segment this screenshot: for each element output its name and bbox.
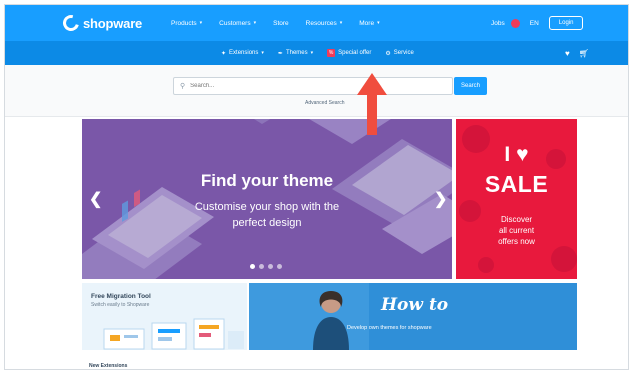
chevron-down-icon: ▾ <box>377 20 380 26</box>
jobs-link[interactable]: Jobs <box>491 18 520 28</box>
migration-title: Free Migration Tool <box>91 293 151 300</box>
sale-subtitle-line: all current <box>498 226 535 235</box>
sale-banner[interactable]: I ♥ SALE Discover all current offers now <box>456 119 577 279</box>
brush-icon: ✒ <box>277 50 283 57</box>
nav-item-resources[interactable]: Resources ▾ <box>306 20 343 27</box>
slider-next-icon[interactable]: ❯ <box>434 189 447 209</box>
store-menu: ✦ Extensions ▾ ✒ Themes ▾ % Special offe… <box>221 41 414 65</box>
logo-text: shopware <box>83 15 143 31</box>
chevron-down-icon: ▾ <box>339 20 343 26</box>
slider-dot[interactable] <box>250 264 255 269</box>
migration-subtitle: Switch easily to Shopware <box>91 302 150 308</box>
chevron-down-icon: ▾ <box>253 20 257 26</box>
quick-actions: ♥ 🛒︎ <box>565 41 589 65</box>
how-to-banner[interactable]: How to Develop own themes for shopware <box>249 283 577 350</box>
advanced-search-link[interactable]: Advanced Search <box>305 100 344 106</box>
section-heading: New Extensions <box>89 363 128 369</box>
slider-dot[interactable] <box>277 264 282 269</box>
sale-heart-line: I ♥ <box>504 143 529 166</box>
search-icon: ⚲ <box>180 83 186 90</box>
slider-dots <box>250 264 282 269</box>
slider-dot[interactable] <box>259 264 264 269</box>
account-menu: Jobs EN Login <box>491 5 584 41</box>
puzzle-icon: ✦ <box>221 50 227 57</box>
hero-title: Find your theme <box>200 171 334 190</box>
chevron-down-icon: ▾ <box>261 50 264 56</box>
nav-item-products[interactable]: Products ▾ <box>171 20 202 27</box>
subnav-label: Extensions <box>229 50 259 56</box>
language-switcher[interactable]: EN <box>530 20 539 27</box>
slider-prev-icon[interactable]: ❮ <box>89 189 102 209</box>
nav-label: Customers <box>219 19 251 27</box>
store-navigation: ✦ Extensions ▾ ✒ Themes ▾ % Special offe… <box>5 41 628 65</box>
login-button[interactable]: Login <box>548 16 584 30</box>
top-navigation: shopware Products ▾ Customers ▾ Store Reso… <box>5 5 628 41</box>
search-button[interactable]: Search <box>454 77 487 95</box>
sale-subtitle: Discover all current offers now <box>456 214 577 247</box>
subnav-item-themes[interactable]: ✒ Themes ▾ <box>278 50 313 57</box>
sale-subtitle-line: offers now <box>498 237 535 246</box>
subnav-label: Themes <box>285 50 308 56</box>
presenter-photo <box>313 291 349 350</box>
nav-label: Store <box>273 19 289 27</box>
search-input[interactable] <box>190 83 431 89</box>
hero-subtitle: Customise your shop with the perfect des… <box>82 199 452 231</box>
subnav-item-extensions[interactable]: ✦ Extensions ▾ <box>221 50 264 57</box>
nav-item-more[interactable]: More ▾ <box>359 20 379 27</box>
heart-icon[interactable]: ♥ <box>565 49 570 58</box>
chevron-down-icon: ▾ <box>310 50 314 56</box>
nav-label: Resources <box>305 19 337 27</box>
chevron-down-icon: ▾ <box>199 20 203 26</box>
migration-illustration <box>103 318 244 350</box>
sale-title: SALE <box>484 171 549 197</box>
migration-tool-banner[interactable]: Free Migration Tool Switch easily to Sho… <box>82 283 247 350</box>
hero-subtitle-line: Customise your shop with the <box>194 201 340 213</box>
logo-icon <box>60 12 82 34</box>
browser-viewport: shopware Products ▾ Customers ▾ Store Reso… <box>4 4 629 370</box>
hero-subtitle-line: perfect design <box>232 217 302 229</box>
subnav-label: Service <box>393 50 414 56</box>
subnav-item-service[interactable]: ⚙ Service <box>385 50 413 57</box>
main-menu: Products ▾ Customers ▾ Store Resources ▾ Mo… <box>171 5 380 41</box>
subnav-item-special-offer[interactable]: % Special offer <box>327 49 371 57</box>
how-to-title: How to <box>381 295 449 315</box>
cart-icon[interactable]: 🛒︎ <box>579 49 589 58</box>
wrench-icon: ⚙ <box>385 50 391 57</box>
search-field[interactable]: ⚲ <box>173 77 453 95</box>
offer-icon: % <box>327 49 336 57</box>
how-to-background <box>249 283 577 350</box>
language-label: EN <box>529 19 539 27</box>
nav-label: Products <box>171 19 197 27</box>
how-to-subtitle: Develop own themes for shopware <box>347 325 432 331</box>
search-section: ⚲ Search Advanced Search <box>5 65 628 117</box>
nav-item-store[interactable]: Store <box>273 20 289 27</box>
hero-slider[interactable]: Find your theme Customise your shop with… <box>82 119 452 279</box>
shopware-logo[interactable]: shopware <box>60 12 143 34</box>
arrow-up-icon <box>357 73 387 135</box>
slider-dot[interactable] <box>268 264 273 269</box>
jobs-badge <box>510 18 520 28</box>
sale-subtitle-line: Discover <box>500 215 533 224</box>
nav-item-customers[interactable]: Customers ▾ <box>219 20 256 27</box>
nav-label: More <box>359 19 375 27</box>
subnav-label: Special offer <box>338 50 372 56</box>
jobs-label: Jobs <box>491 19 505 27</box>
